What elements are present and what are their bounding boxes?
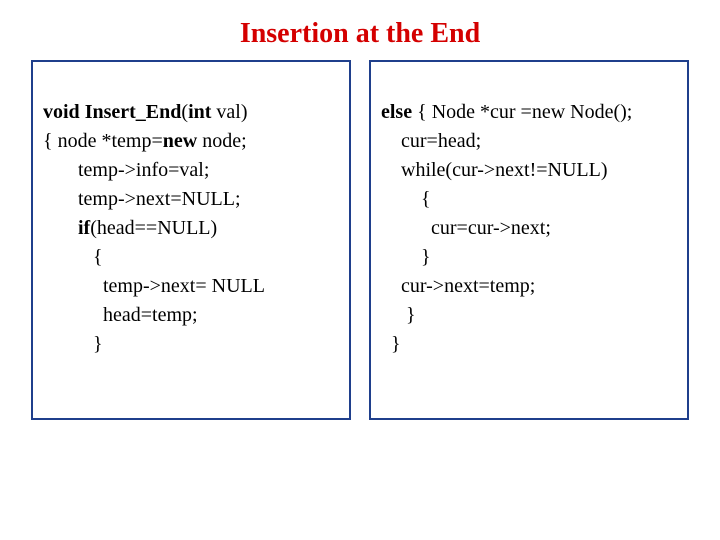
code-text: { Node *cur =new Node(); bbox=[412, 101, 632, 123]
code-text: (head==NULL) bbox=[90, 217, 217, 239]
kw-void: void bbox=[43, 101, 80, 123]
code-line: } bbox=[381, 301, 677, 330]
code-text: node; bbox=[197, 130, 246, 152]
code-line: temp->info=val; bbox=[43, 156, 339, 185]
code-text bbox=[43, 217, 78, 239]
code-line: while(cur->next!=NULL) bbox=[381, 156, 677, 185]
code-line: } bbox=[381, 243, 677, 272]
kw-new: new bbox=[163, 130, 197, 152]
fn-name: Insert_End bbox=[80, 101, 182, 123]
code-line: void Insert_End(int val) bbox=[43, 98, 339, 127]
code-line: } bbox=[43, 330, 339, 359]
code-box-right: else { Node *cur =new Node(); cur=head; … bbox=[369, 60, 689, 420]
code-line: } bbox=[381, 330, 677, 359]
columns: void Insert_End(int val) { node *temp=ne… bbox=[0, 60, 720, 420]
code-line: { bbox=[381, 185, 677, 214]
code-line: temp->next=NULL; bbox=[43, 185, 339, 214]
code-line: cur=cur->next; bbox=[381, 214, 677, 243]
code-text: val) bbox=[211, 101, 247, 123]
code-line: temp->next= NULL bbox=[43, 272, 339, 301]
code-line: { node *temp=new node; bbox=[43, 127, 339, 156]
kw-int: int bbox=[188, 101, 211, 123]
code-line: head=temp; bbox=[43, 301, 339, 330]
code-line: { bbox=[43, 243, 339, 272]
code-line: if(head==NULL) bbox=[43, 214, 339, 243]
code-line: else { Node *cur =new Node(); bbox=[381, 98, 677, 127]
code-line: cur->next=temp; bbox=[381, 272, 677, 301]
kw-else: else bbox=[381, 101, 412, 123]
code-line: cur=head; bbox=[381, 127, 677, 156]
slide-title: Insertion at the End bbox=[0, 0, 720, 60]
kw-if: if bbox=[78, 217, 90, 239]
code-text: { node *temp= bbox=[43, 130, 163, 152]
code-box-left: void Insert_End(int val) { node *temp=ne… bbox=[31, 60, 351, 420]
